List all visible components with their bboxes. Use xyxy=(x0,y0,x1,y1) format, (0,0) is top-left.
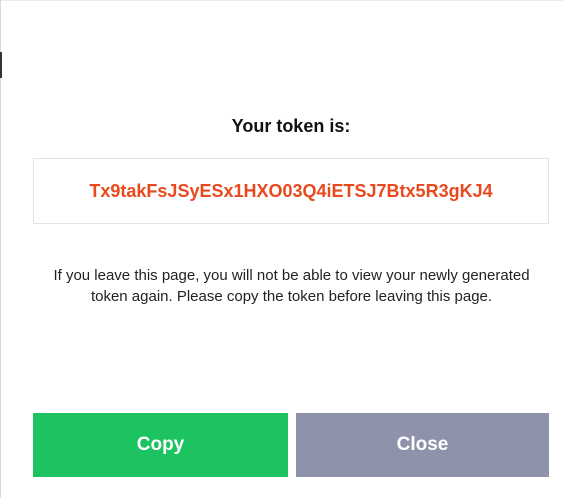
dialog-title: Your token is: xyxy=(231,116,351,136)
top-border xyxy=(0,0,563,1)
warning-message: If you leave this page, you will not be … xyxy=(53,267,530,305)
copy-button[interactable]: Copy xyxy=(33,413,288,477)
token-dialog: Your token is: Tx9takFsJSyESx1HXO03Q4iET… xyxy=(0,0,563,498)
left-edge-mark xyxy=(0,52,2,78)
token-box: Tx9takFsJSyESx1HXO03Q4iETSJ7Btx5R3gKJ4 xyxy=(33,158,549,224)
token-value[interactable]: Tx9takFsJSyESx1HXO03Q4iETSJ7Btx5R3gKJ4 xyxy=(89,181,492,202)
close-button[interactable]: Close xyxy=(296,413,549,477)
